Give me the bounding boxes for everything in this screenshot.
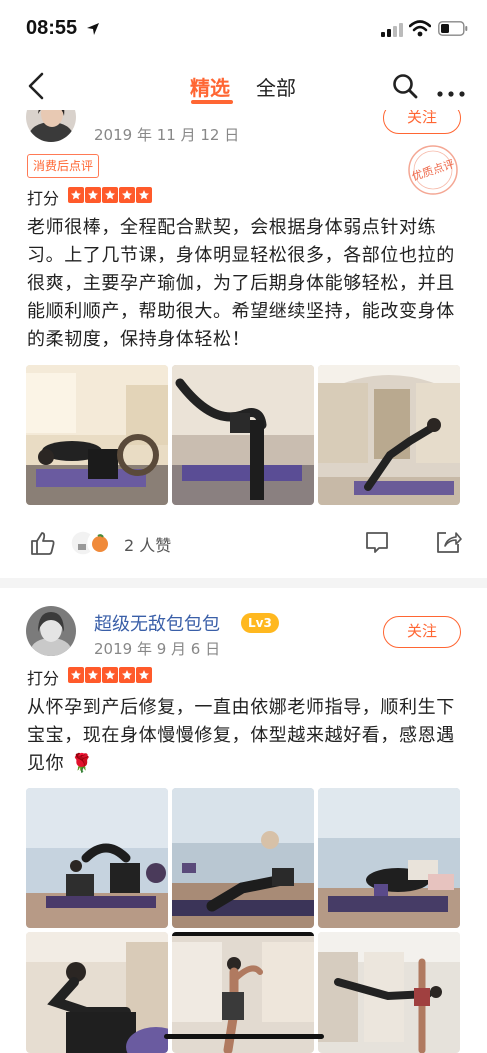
liker-avatars[interactable] [70,530,114,560]
star-rating [68,667,152,683]
star-icon [68,667,84,683]
comment-icon[interactable] [365,530,389,558]
back-arrow-icon[interactable] [26,72,46,104]
wifi-icon [408,20,432,41]
score-label: 打分 [27,189,60,208]
review-date: 2019 年 9 月 6 日 [94,640,221,658]
star-icon [85,667,101,683]
review-photo[interactable] [318,788,460,928]
review-photo[interactable] [318,365,460,505]
review-text[interactable]: 老师很棒，全程配合默契，会根据身体弱点针对练习。上了几节课，身体明显轻松很多，各… [27,214,457,354]
top-nav-bar: 精选 全部 [0,60,487,110]
like-icon[interactable] [30,530,56,560]
status-bar: 08:55 [0,0,487,60]
star-icon [119,667,135,683]
quality-review-stamp: 优质点评 [404,143,462,201]
purchase-review-tag: 消费后点评 [27,154,100,178]
level-badge: Lv3 [241,613,279,633]
star-icon [102,667,118,683]
more-options-icon[interactable] [437,82,465,101]
home-indicator[interactable] [164,1034,324,1039]
tab-featured[interactable]: 精选 [190,72,230,101]
like-count: 2 人赞 [124,536,172,555]
star-icon [68,187,84,203]
review-text[interactable]: 从怀孕到产后修复，一直由依娜老师指导，顺利生下宝宝，现在身体慢慢修复，体型越来越… [27,694,457,778]
review-feed[interactable]: 2019 年 11 月 12 日 关注 消费后点评 优质点评 打分 老师很棒，全… [0,110,487,1053]
tab-all[interactable]: 全部 [256,72,296,101]
review-date: 2019 年 11 月 12 日 [94,126,240,144]
location-arrow-icon [86,21,100,40]
status-time: 08:55 [26,17,78,39]
review-photo[interactable] [172,365,314,505]
cellular-signal-icon [381,22,403,41]
star-icon [85,187,101,203]
reviewer-name[interactable]: 超级无敌包包包 [94,610,220,636]
review-photo[interactable] [26,788,168,928]
star-rating [68,187,152,203]
follow-button[interactable]: 关注 [383,110,461,134]
section-divider [0,578,487,588]
follow-button[interactable]: 关注 [383,616,461,648]
star-icon [119,187,135,203]
score-label: 打分 [27,669,60,688]
avatar[interactable] [26,110,76,142]
active-tab-indicator [191,100,233,104]
search-icon[interactable] [392,73,418,103]
star-icon [136,187,152,203]
review-photo[interactable] [318,932,460,1053]
review-photo[interactable] [26,932,168,1053]
review-photo[interactable] [26,365,168,505]
star-icon [102,187,118,203]
star-icon [136,667,152,683]
avatar[interactable] [26,606,76,656]
battery-icon [438,21,468,40]
share-icon[interactable] [436,530,462,558]
review-photo[interactable] [172,788,314,928]
